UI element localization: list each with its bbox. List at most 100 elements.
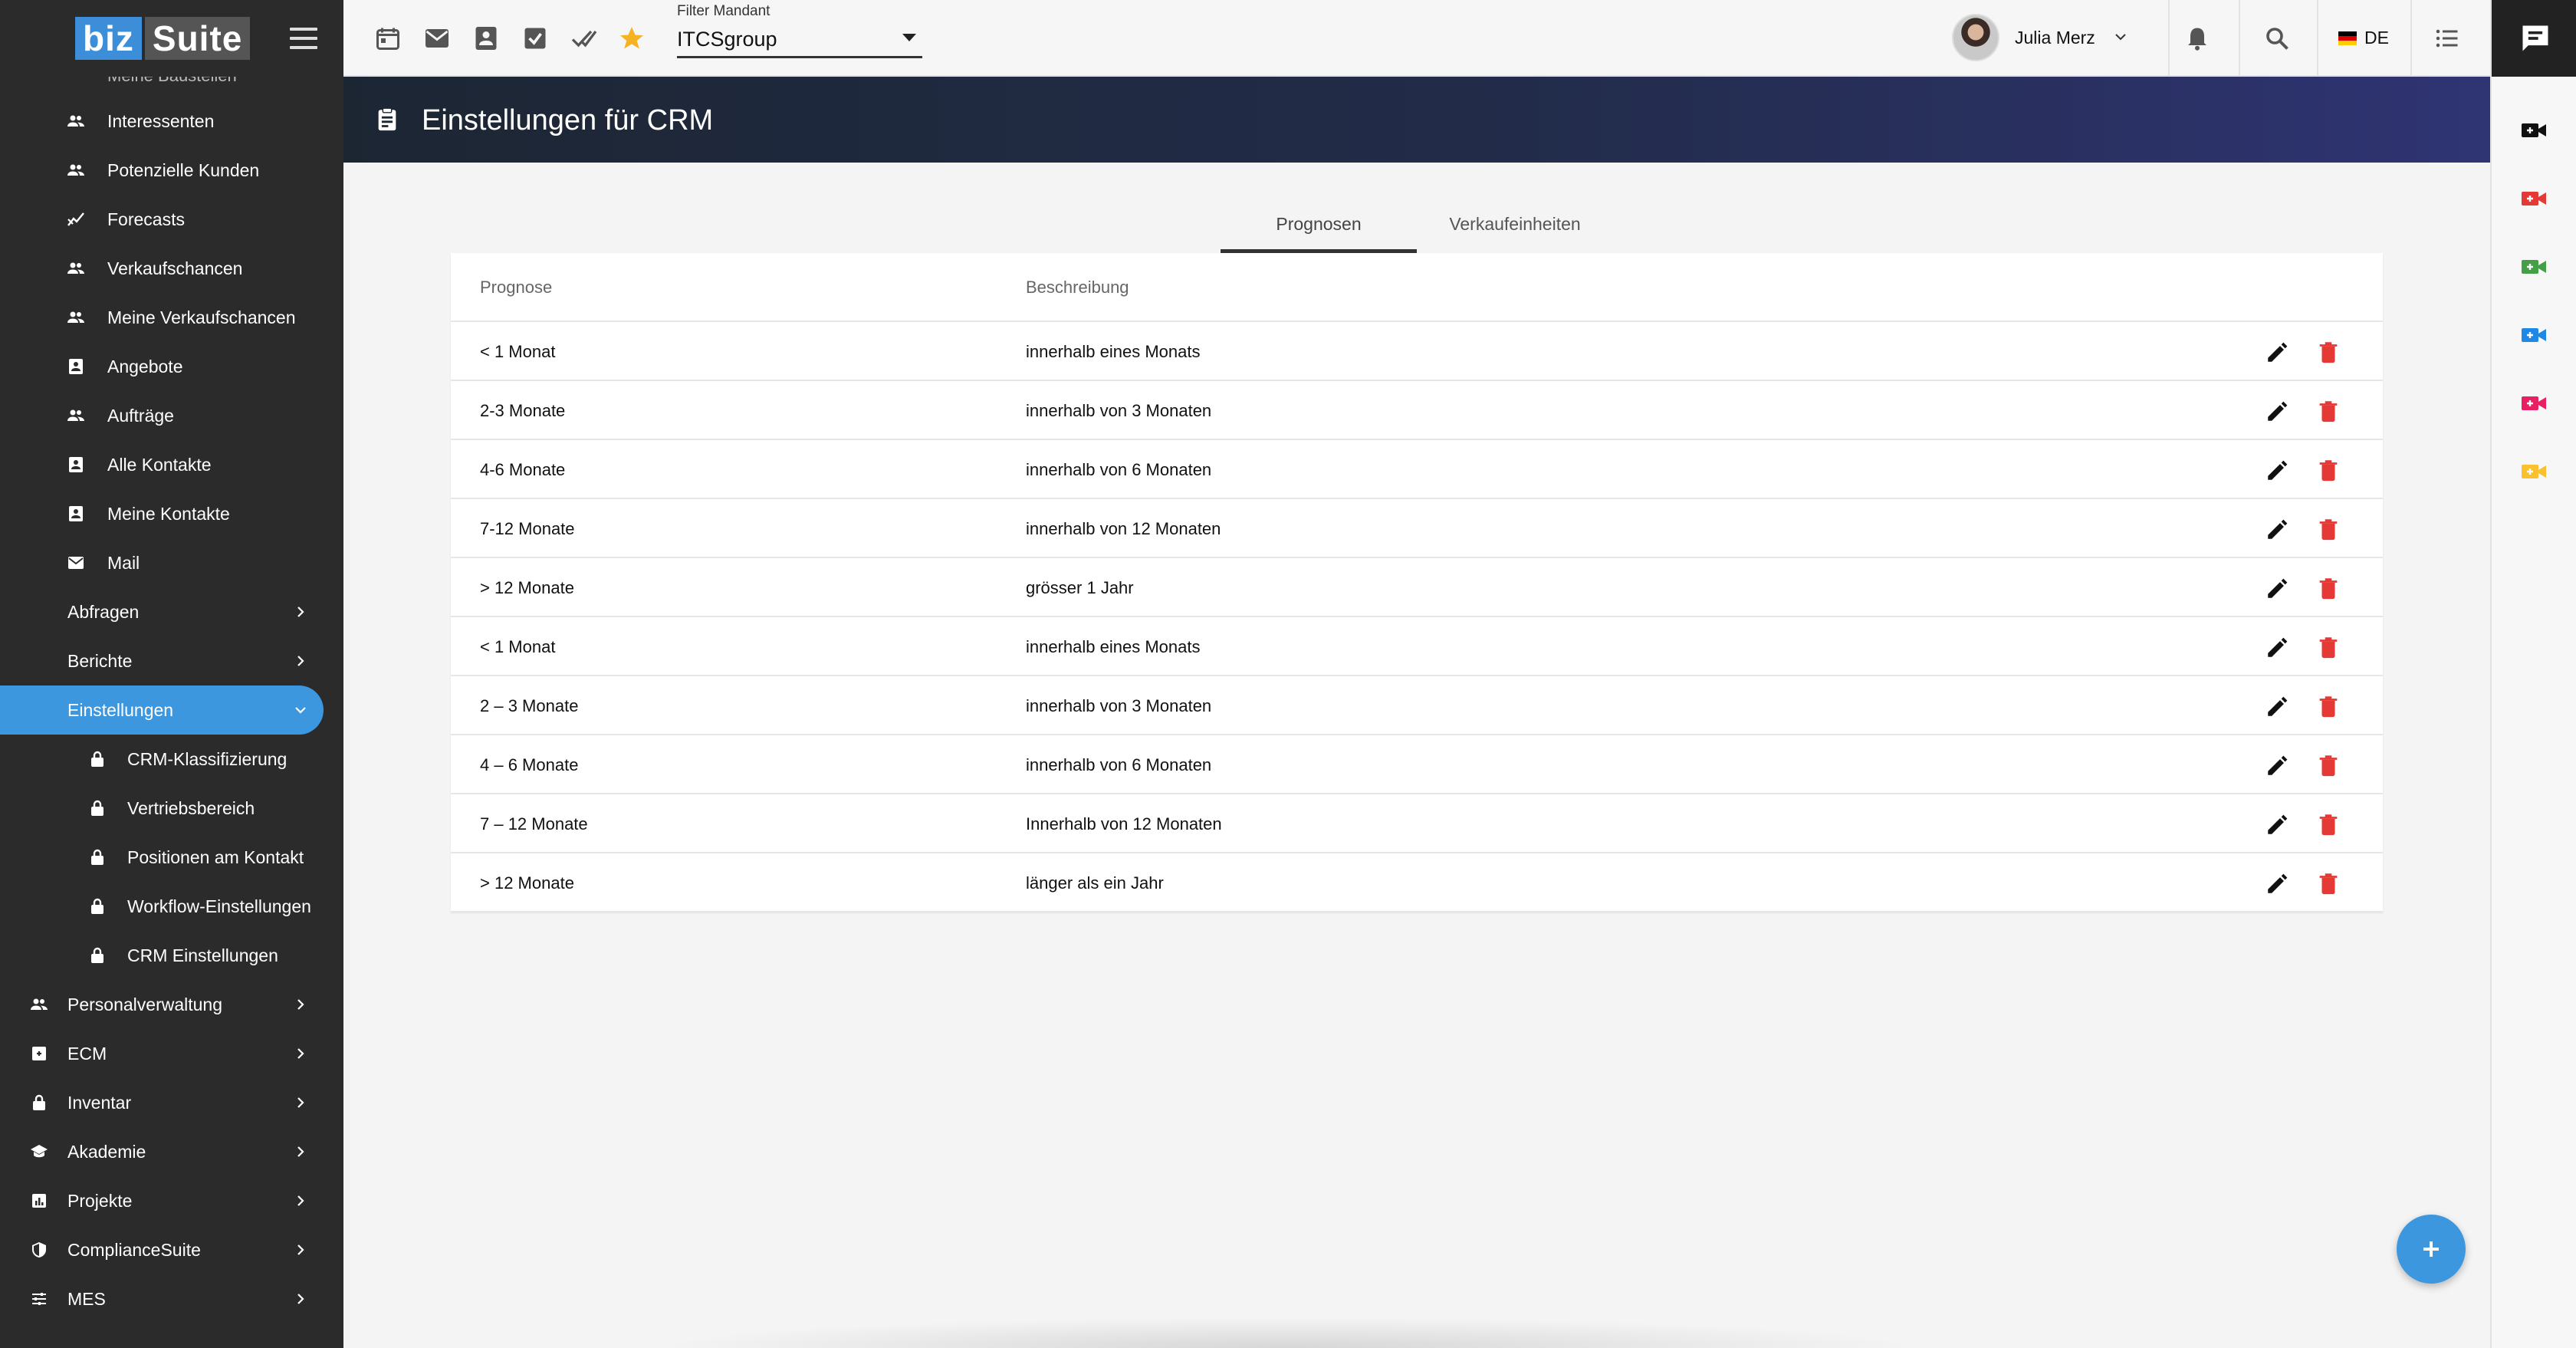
cell-beschreibung: länger als ein Jahr — [1026, 873, 1164, 893]
edit-pencil-icon[interactable] — [2265, 339, 2291, 365]
people-icon — [31, 998, 48, 1010]
edit-pencil-icon[interactable] — [2265, 398, 2291, 424]
table-row: 2-3 Monate innerhalb von 3 Monaten — [451, 381, 2383, 440]
sidebar-item-workflow-einstellungen[interactable]: Workflow-Einstellungen — [0, 882, 343, 931]
sidebar-group-einstellungen[interactable]: Einstellungen — [0, 686, 324, 735]
delete-trash-icon[interactable] — [2315, 398, 2341, 424]
lock-icon — [91, 800, 104, 816]
school-icon — [31, 1145, 48, 1158]
sidebar-item-mail[interactable]: Mail — [0, 538, 343, 587]
sidebar-module-compliancesuite[interactable]: ComplianceSuite — [0, 1225, 343, 1274]
edit-pencil-icon[interactable] — [2265, 516, 2291, 542]
table-row: < 1 Monat innerhalb eines Monats — [451, 322, 2383, 381]
language-selector[interactable]: DE — [2338, 28, 2389, 48]
video-call-icon[interactable] — [2521, 462, 2547, 481]
sidebar-item-alle-kontakte[interactable]: Alle Kontakte — [0, 440, 343, 489]
sidebar-item-interessenten[interactable]: Interessenten — [0, 97, 343, 146]
sidebar-item-crm-klassifizierung[interactable]: CRM-Klassifizierung — [0, 735, 343, 784]
edit-pencil-icon[interactable] — [2265, 811, 2291, 837]
search-icon[interactable] — [2263, 25, 2291, 52]
people-icon — [67, 409, 84, 421]
sidebar-item-vertriebsbereich[interactable]: Vertriebsbereich — [0, 784, 343, 833]
page-header: Einstellungen für CRM — [343, 77, 2490, 163]
calendar-icon[interactable] — [374, 25, 402, 52]
sidebar-module-mes[interactable]: MES — [0, 1274, 343, 1323]
sidebar-group-abfragen[interactable]: Abfragen — [0, 587, 343, 636]
sidebar-module-inventar[interactable]: Inventar — [0, 1078, 343, 1127]
cell-prognose: 7-12 Monate — [480, 519, 575, 538]
sidebar: Meine Baustellen Interessenten Potenziel… — [0, 0, 343, 1348]
sidebar-item-angebote[interactable]: Angebote — [0, 342, 343, 391]
delete-trash-icon[interactable] — [2315, 634, 2341, 660]
sidebar-item-auftraege[interactable]: Aufträge — [0, 391, 343, 440]
edit-pencil-icon[interactable] — [2265, 457, 2291, 483]
video-call-icon[interactable] — [2521, 121, 2547, 140]
delete-trash-icon[interactable] — [2315, 339, 2341, 365]
video-call-icon[interactable] — [2521, 326, 2547, 344]
add-button[interactable] — [2397, 1215, 2466, 1284]
sidebar-item-meine-kontakte[interactable]: Meine Kontakte — [0, 489, 343, 538]
mail-icon[interactable] — [423, 25, 451, 52]
task-checkbox-icon[interactable] — [521, 25, 549, 52]
edit-pencil-icon[interactable] — [2265, 752, 2291, 778]
sidebar-group-berichte[interactable]: Berichte — [0, 636, 343, 686]
cell-beschreibung: innerhalb eines Monats — [1026, 342, 1201, 361]
done-all-icon[interactable] — [570, 25, 598, 52]
contact-card-icon — [69, 359, 83, 374]
video-call-icon[interactable] — [2521, 258, 2547, 276]
video-call-icon[interactable] — [2521, 189, 2547, 208]
delete-trash-icon[interactable] — [2315, 516, 2341, 542]
sidebar-module-akademie[interactable]: Akademie — [0, 1127, 343, 1176]
video-call-icon[interactable] — [2521, 394, 2547, 413]
edit-pencil-icon[interactable] — [2265, 870, 2291, 896]
sidebar-module-personalverwaltung[interactable]: Personalverwaltung — [0, 980, 343, 1029]
hamburger-menu-icon[interactable] — [290, 28, 317, 49]
chevron-down-icon — [2115, 34, 2126, 41]
sidebar-module-ecm[interactable]: ECM — [0, 1029, 343, 1078]
filter-mandant-label: Filter Mandant — [677, 3, 770, 19]
sidebar-item-label: ComplianceSuite — [67, 1239, 201, 1260]
delete-trash-icon[interactable] — [2315, 870, 2341, 896]
delete-trash-icon[interactable] — [2315, 752, 2341, 778]
cell-prognose: 4 – 6 Monate — [480, 755, 579, 774]
sidebar-module-projekte[interactable]: Projekte — [0, 1176, 343, 1225]
sidebar-item-meine-verkaufschancen[interactable]: Meine Verkaufschancen — [0, 293, 343, 342]
sidebar-item-verkaufschancen[interactable]: Verkaufschancen — [0, 244, 343, 293]
chat-panel-toggle[interactable] — [2492, 0, 2576, 77]
contact-card-icon[interactable] — [472, 25, 500, 52]
contact-card-icon — [69, 457, 83, 472]
lock-icon — [91, 751, 104, 767]
sidebar-item-positionen-am-kontakt[interactable]: Positionen am Kontakt — [0, 833, 343, 882]
edit-pencil-icon[interactable] — [2265, 693, 2291, 719]
sidebar-item-label: Alle Kontakte — [107, 454, 212, 475]
delete-trash-icon[interactable] — [2315, 457, 2341, 483]
cell-prognose: > 12 Monate — [480, 873, 574, 893]
sidebar-item-forecasts[interactable]: Forecasts — [0, 195, 343, 244]
sidebar-item-label: Workflow-Einstellungen — [127, 896, 311, 916]
sidebar-item-potenzielle-kunden[interactable]: Potenzielle Kunden — [0, 146, 343, 195]
dropdown-arrow-icon — [902, 34, 916, 41]
sidebar-item-crm-einstellungen[interactable]: CRM Einstellungen — [0, 931, 343, 980]
filter-mandant-select[interactable]: ITCSgroup — [677, 25, 922, 58]
edit-pencil-icon[interactable] — [2265, 634, 2291, 660]
people-icon — [67, 115, 84, 127]
divider — [2239, 0, 2240, 77]
sidebar-item-label: Positionen am Kontakt — [127, 847, 304, 867]
bizsuite-logo[interactable]: biz Suite — [75, 17, 251, 60]
delete-trash-icon[interactable] — [2315, 575, 2341, 601]
sidebar-item-label: Potenzielle Kunden — [107, 159, 260, 180]
sidebar-item-label: Einstellungen — [67, 699, 174, 720]
sidebar-item-label: CRM-Klassifizierung — [127, 748, 288, 769]
star-icon[interactable] — [618, 25, 646, 52]
tab-verkaufeinheiten[interactable]: Verkaufeinheiten — [1417, 201, 1613, 253]
tab-prognosen[interactable]: Prognosen — [1221, 201, 1417, 253]
column-header-prognose[interactable]: Prognose — [480, 278, 552, 298]
delete-trash-icon[interactable] — [2315, 693, 2341, 719]
list-icon[interactable] — [2433, 25, 2461, 52]
edit-pencil-icon[interactable] — [2265, 575, 2291, 601]
archive-icon — [32, 1047, 46, 1060]
german-flag-icon — [2338, 31, 2357, 45]
delete-trash-icon[interactable] — [2315, 811, 2341, 837]
column-header-beschreibung[interactable]: Beschreibung — [1026, 278, 1129, 298]
bell-icon[interactable] — [2183, 25, 2211, 52]
